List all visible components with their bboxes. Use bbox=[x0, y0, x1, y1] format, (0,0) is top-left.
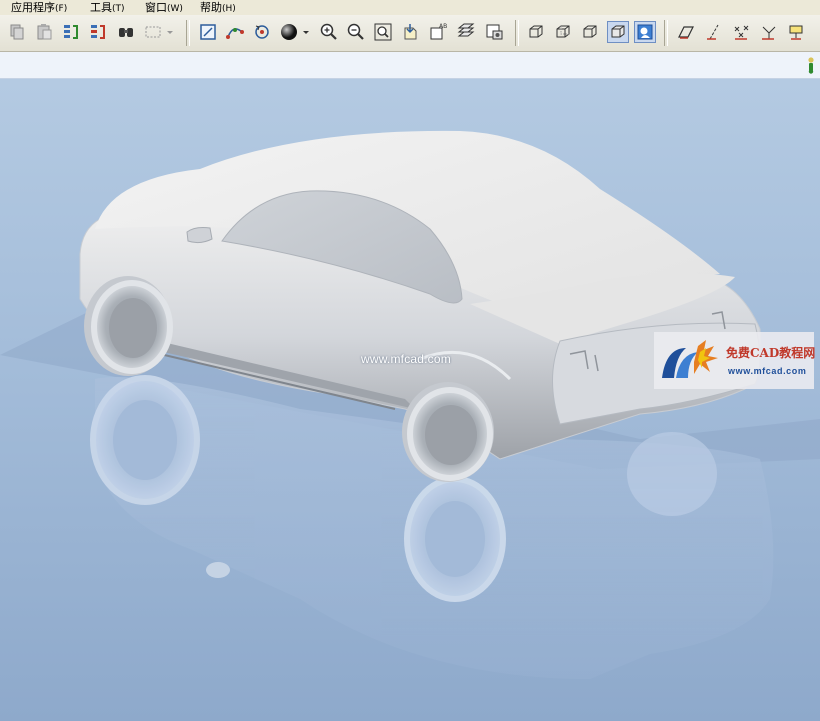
annotations-icon[interactable] bbox=[786, 21, 808, 43]
menu-applications-label: 应用程序 bbox=[11, 1, 55, 14]
menu-window-label: 窗口 bbox=[145, 1, 167, 14]
rear-wheel bbox=[402, 382, 494, 482]
front-wheel bbox=[84, 276, 173, 376]
logo-title: 免费CAD教程网 bbox=[726, 346, 816, 360]
toolbar-separator bbox=[515, 20, 519, 46]
named-views-icon[interactable]: AB bbox=[427, 21, 449, 43]
menu-help-accel: (H) bbox=[222, 4, 236, 14]
menu-bar: 应用程序(F) 工具(T) 窗口(W) 帮助(H) bbox=[0, 0, 820, 15]
no-hidden-icon[interactable] bbox=[579, 21, 601, 43]
spin-center-icon[interactable] bbox=[251, 21, 273, 43]
sketch-icon[interactable] bbox=[197, 21, 219, 43]
layers-icon[interactable] bbox=[455, 21, 477, 43]
toolbar-separator bbox=[664, 20, 668, 46]
select-box-icon[interactable] bbox=[142, 21, 164, 43]
shading-icon[interactable] bbox=[278, 21, 300, 43]
regenerate-manager-icon[interactable] bbox=[87, 21, 109, 43]
zoom-out-icon[interactable] bbox=[345, 21, 367, 43]
shading-dropdown-icon[interactable] bbox=[300, 21, 312, 43]
zoom-in-icon[interactable] bbox=[318, 21, 340, 43]
graphics-viewport[interactable]: www.mfcad.com 免费CAD教程网 www.mfcad.com bbox=[0, 79, 820, 721]
status-bar bbox=[0, 52, 820, 79]
hidden-line-icon[interactable] bbox=[552, 21, 574, 43]
shading-display-icon[interactable] bbox=[607, 21, 629, 43]
logo-url: www.mfcad.com bbox=[728, 366, 807, 376]
copy-icon[interactable] bbox=[6, 21, 28, 43]
logo-icon bbox=[662, 340, 718, 378]
toolbar: AB bbox=[0, 15, 820, 52]
status-light-icon bbox=[808, 57, 814, 74]
coordinate-systems-icon[interactable] bbox=[758, 21, 780, 43]
svg-text:AB: AB bbox=[439, 23, 447, 30]
reorient-icon[interactable] bbox=[400, 21, 422, 43]
menu-applications-accel: (F) bbox=[55, 4, 68, 14]
paste-icon[interactable] bbox=[33, 21, 55, 43]
datum-points-icon[interactable] bbox=[731, 21, 753, 43]
datum-axes-icon[interactable] bbox=[703, 21, 725, 43]
wireframe-icon[interactable] bbox=[525, 21, 547, 43]
select-dropdown-icon[interactable] bbox=[164, 21, 176, 43]
view-manager-icon[interactable] bbox=[483, 21, 505, 43]
regenerate-icon[interactable] bbox=[60, 21, 82, 43]
menu-help-label: 帮助 bbox=[200, 1, 222, 14]
menu-tools-accel: (T) bbox=[112, 4, 125, 14]
refit-icon[interactable] bbox=[372, 21, 394, 43]
car-model-render bbox=[0, 130, 820, 679]
enhanced-realism-icon[interactable] bbox=[634, 21, 656, 43]
find-icon[interactable] bbox=[115, 21, 137, 43]
menu-window-accel: (W) bbox=[167, 4, 183, 14]
toolbar-separator bbox=[186, 20, 190, 46]
menu-tools-label: 工具 bbox=[90, 1, 112, 14]
watermark-text: www.mfcad.com bbox=[361, 352, 451, 366]
datum-curve-icon[interactable] bbox=[224, 21, 246, 43]
site-logo: 免费CAD教程网 www.mfcad.com bbox=[654, 332, 816, 389]
datum-planes-icon[interactable] bbox=[675, 21, 697, 43]
